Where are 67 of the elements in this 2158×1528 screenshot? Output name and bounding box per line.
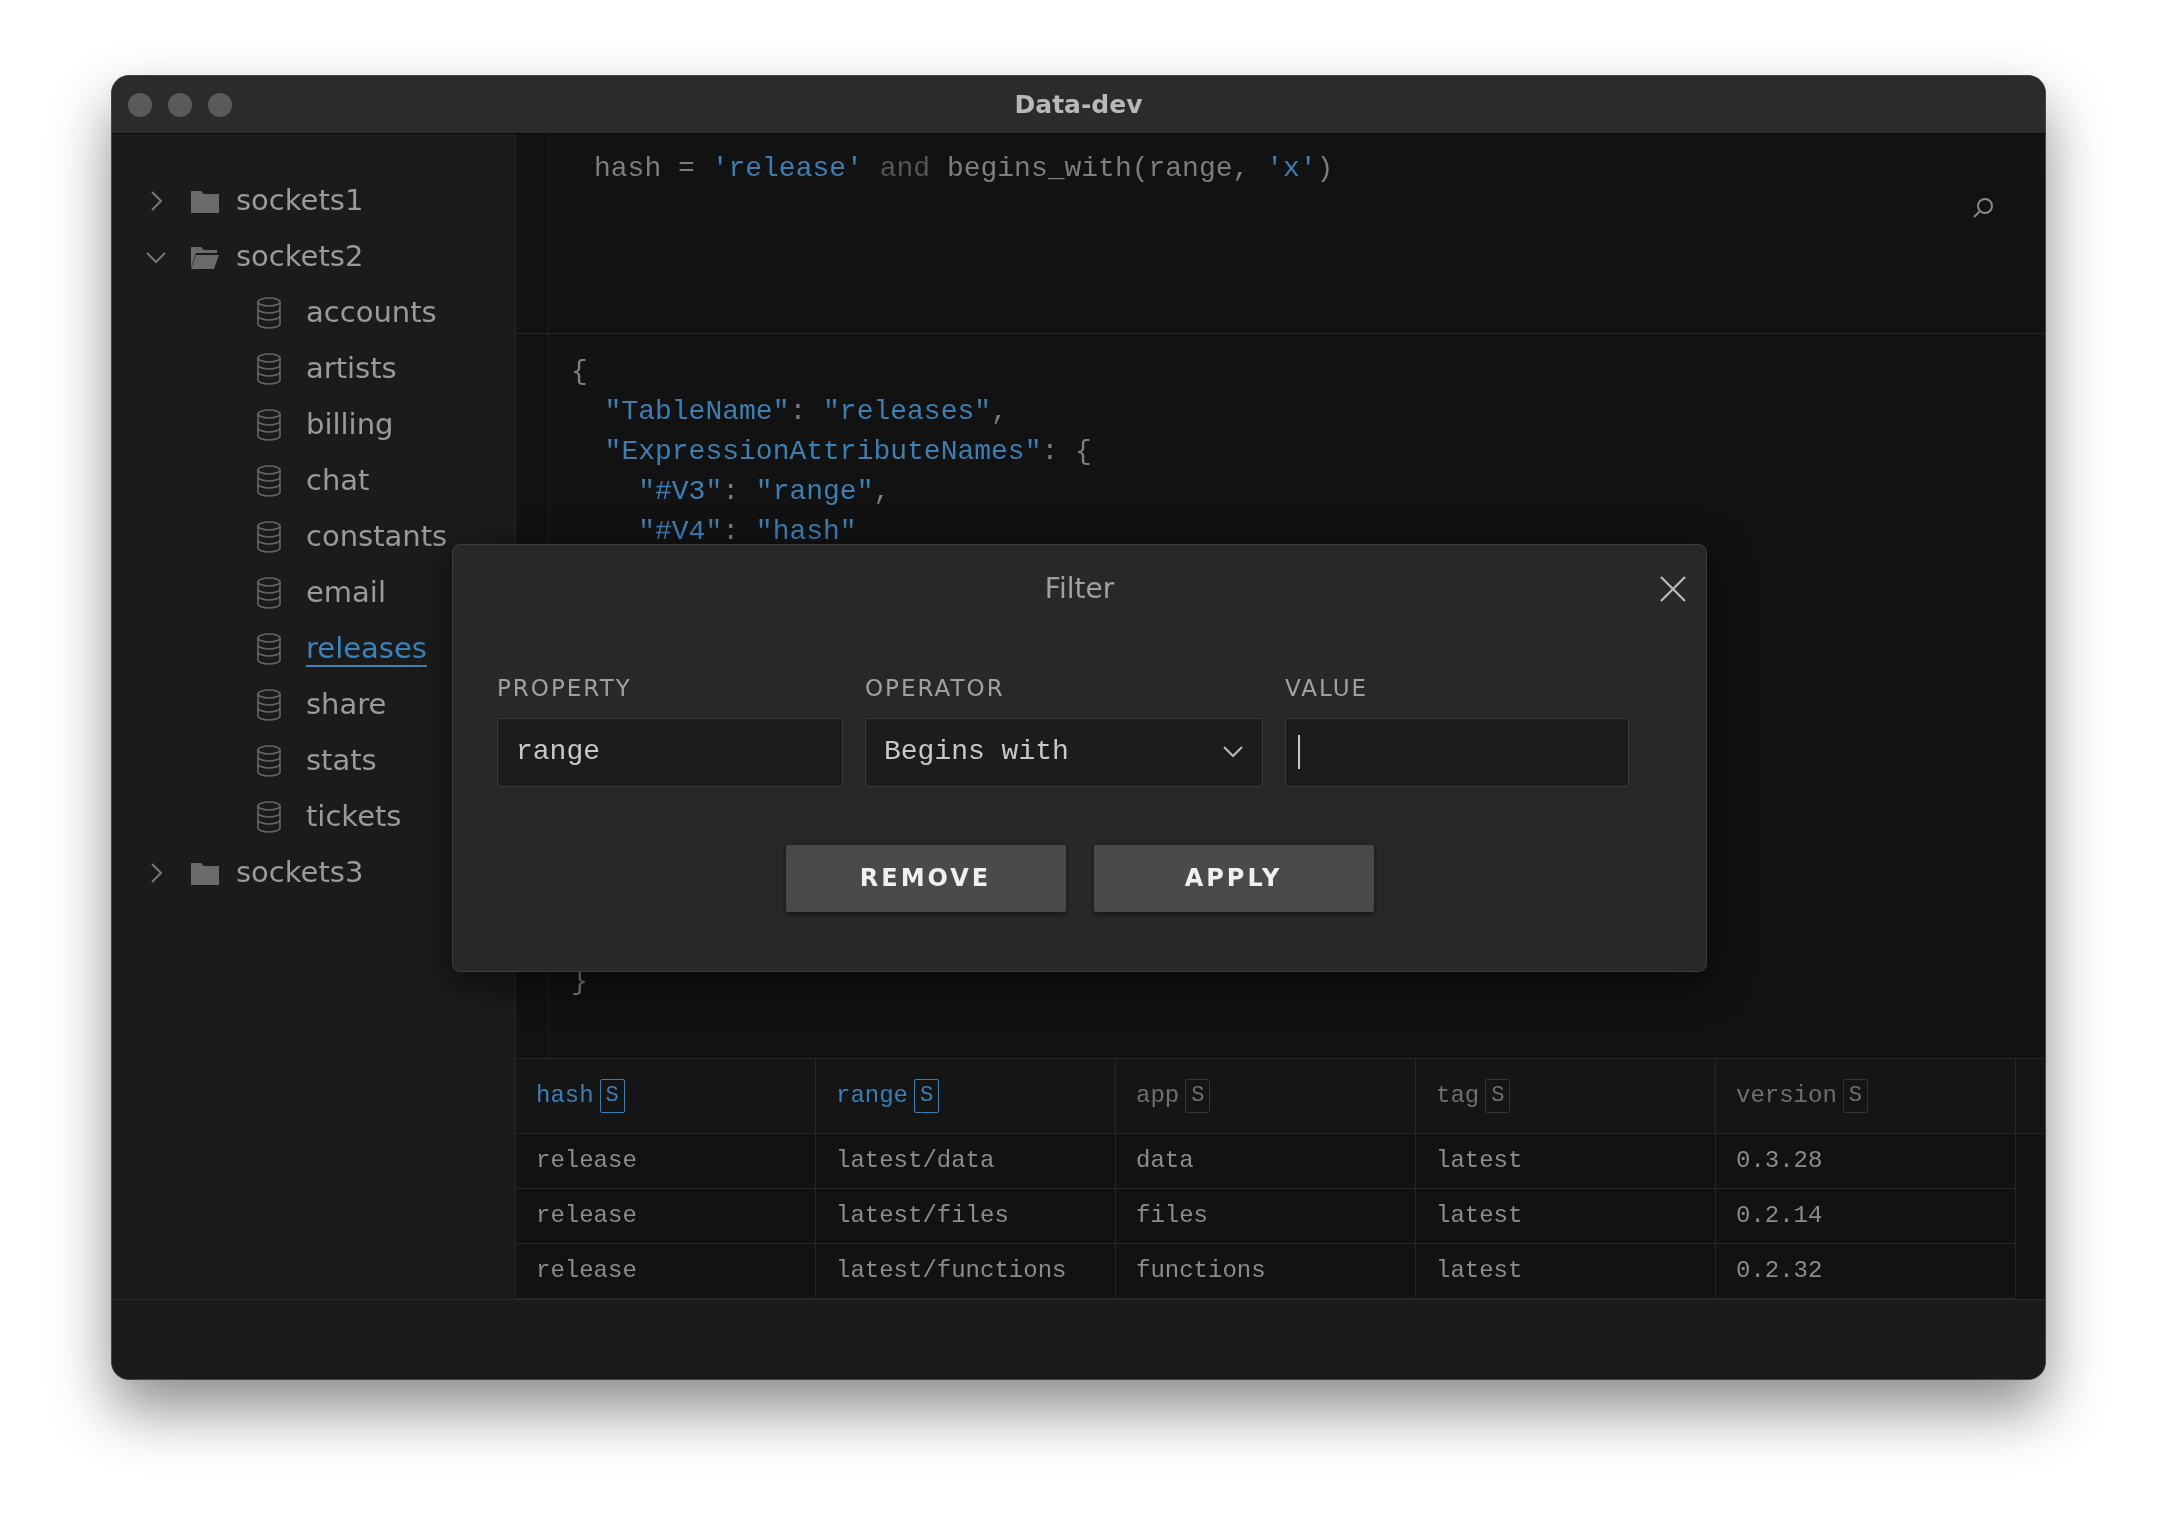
field-label: PROPERTY [497, 674, 633, 703]
database-icon [256, 465, 282, 497]
database-icon [256, 353, 282, 385]
table-cell: latest [1416, 1189, 1716, 1244]
folder-item[interactable]: sockets1 [112, 173, 515, 229]
folder-item[interactable]: sockets3 [112, 845, 515, 901]
folder-icon [190, 188, 220, 214]
type-badge: S [1842, 1079, 1869, 1113]
type-badge: S [914, 1079, 940, 1113]
database-icon [256, 801, 282, 833]
query-text: hash = 'release' and begins_with(range, 'x') [593, 152, 1334, 186]
table-cell: files [1116, 1189, 1416, 1244]
database-icon [256, 577, 282, 609]
zoom-window-button[interactable] [208, 93, 232, 117]
table-cell: 0.2.14 [1716, 1189, 2016, 1244]
apply-button[interactable]: APPLY [1093, 844, 1374, 912]
remove-button[interactable]: REMOVE [785, 844, 1066, 912]
type-badge: S [1485, 1079, 1511, 1113]
table-cell: 0.3.28 [1716, 1134, 2016, 1189]
table-cell: latest/files [816, 1189, 1116, 1244]
dialog-title: Filter [1044, 571, 1115, 607]
close-icon[interactable] [1660, 576, 1686, 602]
minimize-window-button[interactable] [168, 93, 192, 117]
field-label: OPERATOR [865, 674, 1006, 703]
open-folder-icon [190, 244, 220, 270]
database-icon [256, 521, 282, 553]
code-line: { [571, 355, 589, 389]
property-field[interactable]: range [497, 717, 843, 787]
table-item[interactable]: tickets [112, 789, 515, 845]
database-icon [256, 409, 282, 441]
database-icon [256, 745, 282, 777]
window-title: Data-dev [1014, 88, 1143, 121]
database-icon [256, 297, 282, 329]
table-item[interactable]: email [112, 565, 515, 621]
column-header[interactable]: version S [1716, 1059, 2016, 1133]
code-line: "#V3": "range", [637, 475, 892, 509]
code-line: "TableName": "releases", [603, 395, 1009, 429]
value-field[interactable] [1285, 717, 1629, 787]
close-window-button[interactable] [128, 93, 152, 117]
chevron-down-icon [1222, 745, 1244, 759]
database-icon [256, 633, 282, 665]
column-header[interactable]: hash S [516, 1059, 816, 1133]
table-cell: release [516, 1134, 816, 1189]
table-cell: data [1116, 1134, 1416, 1189]
table-cell: latest/data [816, 1134, 1116, 1189]
table-cell: latest [1416, 1134, 1716, 1189]
code-line: "ExpressionAttributeNames": { [603, 435, 1093, 469]
table-item[interactable]: billing [112, 397, 515, 453]
field-label: VALUE [1285, 674, 1370, 703]
folder-item[interactable]: sockets2 [112, 229, 515, 285]
query-editor[interactable]: hash = 'release' and begins_with(range, 'x') [516, 134, 2045, 334]
code-line: "#V4": "hash" [637, 515, 858, 549]
table-item[interactable]: chat [112, 453, 515, 509]
search-icon[interactable] [1971, 196, 1995, 220]
table-item[interactable]: accounts [112, 285, 515, 341]
column-header[interactable]: app S [1116, 1059, 1416, 1133]
table-item[interactable]: artists [112, 341, 515, 397]
type-badge: S [599, 1079, 625, 1113]
table-cell: release [516, 1189, 816, 1244]
operator-dropdown[interactable]: Begins with [865, 717, 1263, 787]
column-header[interactable]: tag S [1416, 1059, 1716, 1133]
column-header[interactable]: range S [816, 1059, 1116, 1133]
folder-icon [190, 860, 220, 886]
table-item[interactable]: releases [112, 621, 515, 677]
type-badge: S [1185, 1079, 1211, 1113]
database-icon [256, 689, 282, 721]
table-item[interactable]: constants [112, 509, 515, 565]
